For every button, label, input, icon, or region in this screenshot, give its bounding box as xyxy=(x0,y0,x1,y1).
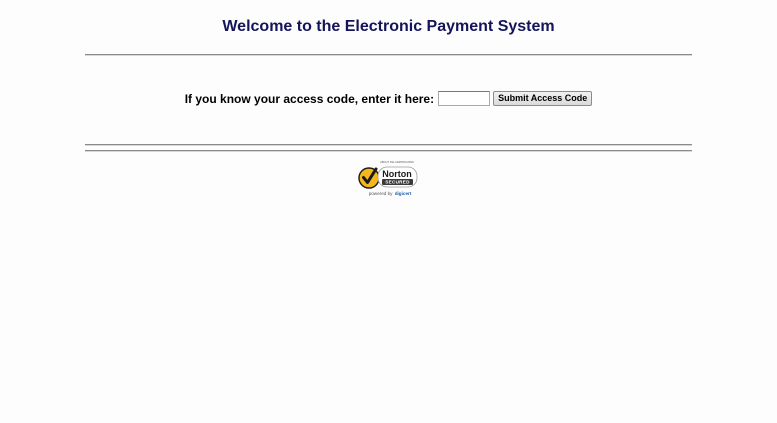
norton-brand-text: Norton xyxy=(382,169,412,179)
top-divider xyxy=(85,54,692,56)
norton-top-text: ABOUT SSL CERTIFICATES xyxy=(380,160,414,164)
digicert-text: digicert xyxy=(395,191,412,196)
norton-secured-text: SECURED xyxy=(385,180,410,185)
access-code-input[interactable] xyxy=(438,91,491,106)
powered-by-text: powered by xyxy=(369,191,393,196)
bottom-divider-upper xyxy=(85,144,692,146)
submit-access-code-button[interactable]: Submit Access Code xyxy=(493,91,593,106)
payment-page: Welcome to the Electronic Payment System… xyxy=(0,0,777,423)
access-code-label: If you know your access code, enter it h… xyxy=(184,91,435,106)
access-code-form: If you know your access code, enter it h… xyxy=(0,90,777,107)
norton-secured-seal-icon[interactable]: ABOUT SSL CERTIFICATES Norton SECURED po… xyxy=(357,158,421,200)
svg-text:powered by digicert: powered by digicert xyxy=(369,191,412,196)
page-title: Welcome to the Electronic Payment System xyxy=(222,18,555,35)
bottom-divider-lower xyxy=(85,150,692,152)
